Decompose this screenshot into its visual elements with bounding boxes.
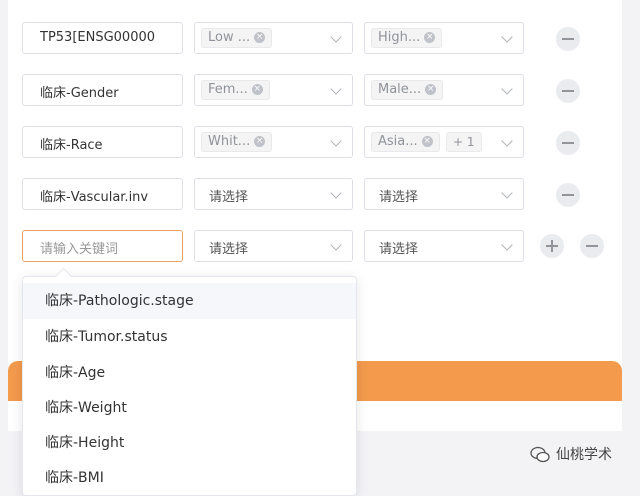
wechat-icon xyxy=(530,446,550,463)
group2-select-row3[interactable]: Asia... × + 1 xyxy=(364,126,524,158)
keyword-input-row2[interactable]: 临床-Gender xyxy=(22,74,183,106)
selected-tag: Fem... × xyxy=(201,80,270,100)
keyword-input-row3[interactable]: 临床-Race xyxy=(22,126,183,158)
keyword-value: 临床-Race xyxy=(40,138,103,153)
close-icon[interactable]: × xyxy=(424,32,436,43)
close-icon[interactable]: × xyxy=(254,136,266,147)
keyword-value: TP53[ENSG00000 xyxy=(40,30,156,45)
dropdown-option[interactable]: 临床-Age xyxy=(23,355,356,391)
group2-select-row5[interactable]: 请选择 xyxy=(364,230,524,262)
group1-select-row4[interactable]: 请选择 xyxy=(194,178,353,210)
tag-label: Fem... xyxy=(208,82,248,97)
group1-select-row5[interactable]: 请选择 xyxy=(194,230,353,262)
selected-tag: High... × xyxy=(371,28,443,48)
chevron-down-icon xyxy=(501,31,513,43)
group1-select-row3[interactable]: Whit... × xyxy=(194,126,353,158)
selected-tag: Whit... × xyxy=(201,132,273,152)
minus-circle-icon[interactable] xyxy=(556,27,580,51)
close-icon[interactable]: × xyxy=(254,32,266,43)
dropdown-option[interactable]: 临床-Height xyxy=(23,425,356,461)
select-placeholder: 请选择 xyxy=(209,242,249,257)
group1-select-row1[interactable]: Low ... × xyxy=(194,22,353,54)
dropdown-option[interactable]: 临床-BMI xyxy=(23,460,356,495)
watermark: 仙桃学术 xyxy=(530,444,612,466)
keyword-value: 临床-Vascular.inv xyxy=(40,190,149,205)
selected-tag: Asia... × xyxy=(371,132,440,152)
chevron-down-icon xyxy=(501,239,513,251)
select-placeholder: 请选择 xyxy=(209,190,249,205)
chevron-down-icon xyxy=(501,83,513,95)
dropdown-option[interactable]: 临床-Weight xyxy=(23,390,356,426)
tag-label: Low ... xyxy=(208,30,251,45)
more-tags-badge: + 1 xyxy=(446,132,482,152)
chevron-down-icon xyxy=(330,239,342,251)
dropdown-option[interactable]: 临床-Tumor.status xyxy=(23,319,356,355)
keyword-input-row4[interactable]: 临床-Vascular.inv xyxy=(22,178,183,210)
select-placeholder: 请选择 xyxy=(379,190,419,205)
selected-tag: Male... × xyxy=(371,80,444,100)
input-placeholder: 请输入关键词 xyxy=(40,242,119,257)
chevron-down-icon xyxy=(330,187,342,199)
select-placeholder: 请选择 xyxy=(379,242,419,257)
minus-circle-icon[interactable] xyxy=(556,79,580,103)
tag-label: Male... xyxy=(378,82,422,97)
chevron-down-icon xyxy=(330,135,342,147)
close-icon[interactable]: × xyxy=(251,84,263,95)
minus-circle-icon[interactable] xyxy=(580,234,604,258)
close-icon[interactable]: × xyxy=(425,84,437,95)
chevron-down-icon xyxy=(330,83,342,95)
tag-label: High... xyxy=(378,30,421,45)
group2-select-row2[interactable]: Male... × xyxy=(364,74,524,106)
watermark-text: 仙桃学术 xyxy=(556,447,612,463)
keyword-value: 临床-Gender xyxy=(40,86,119,101)
group1-select-row2[interactable]: Fem... × xyxy=(194,74,353,106)
minus-circle-icon[interactable] xyxy=(556,131,580,155)
chevron-down-icon xyxy=(501,135,513,147)
selected-tag: Low ... × xyxy=(201,28,273,48)
keyword-input-row1[interactable]: TP53[ENSG00000 xyxy=(22,22,183,54)
chevron-down-icon xyxy=(330,31,342,43)
tag-label: Asia... xyxy=(378,134,418,149)
dropdown-option[interactable]: 临床-Pathologic.stage xyxy=(23,283,356,319)
tag-label: Whit... xyxy=(208,134,251,149)
group2-select-row1[interactable]: High... × xyxy=(364,22,524,54)
plus-circle-icon[interactable] xyxy=(540,234,564,258)
chevron-down-icon xyxy=(501,187,513,199)
close-icon[interactable]: × xyxy=(421,136,433,147)
keyword-dropdown: 临床-Pathologic.stage 临床-Tumor.status 临床-A… xyxy=(22,276,357,496)
minus-circle-icon[interactable] xyxy=(556,183,580,207)
group2-select-row4[interactable]: 请选择 xyxy=(364,178,524,210)
keyword-search-input[interactable]: 请输入关键词 xyxy=(22,230,183,262)
